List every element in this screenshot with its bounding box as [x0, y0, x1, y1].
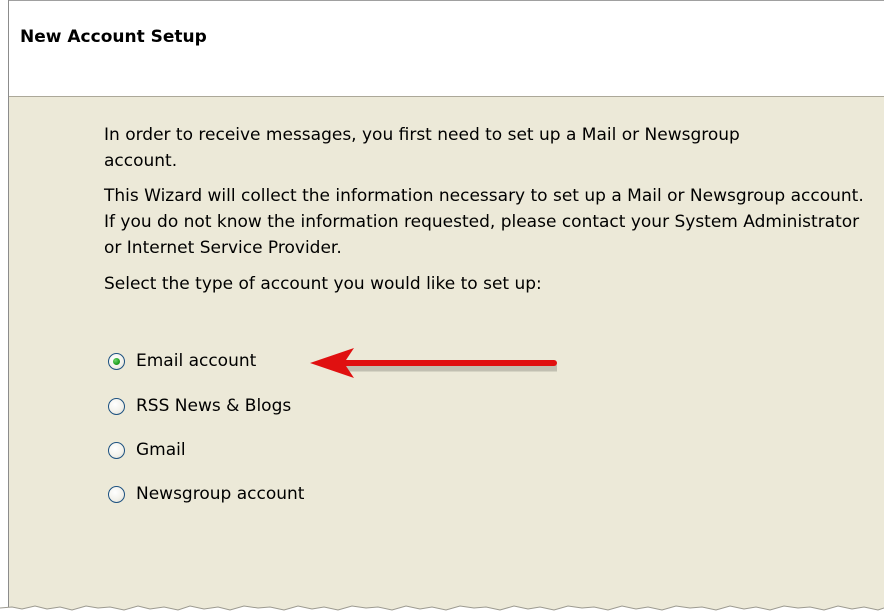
- wizard-title: New Account Setup: [20, 27, 207, 47]
- radio-newsgroup-account[interactable]: Newsgroup account: [108, 481, 304, 507]
- radio-gmail[interactable]: Gmail: [108, 437, 186, 463]
- radio-email-account[interactable]: Email account: [108, 348, 256, 374]
- account-type-prompt: Select the type of account you would lik…: [104, 274, 542, 294]
- wizard-header: New Account Setup: [9, 0, 884, 97]
- radio-button-newsgroup[interactable]: [108, 485, 125, 503]
- intro-text: In order to receive messages, you first …: [104, 125, 740, 171]
- description-text: This Wizard will collect the information…: [104, 186, 864, 258]
- torn-edge-decoration: [0, 605, 884, 616]
- radio-button-email[interactable]: [108, 352, 125, 370]
- radio-button-rss[interactable]: [108, 397, 125, 415]
- radio-label-newsgroup[interactable]: Newsgroup account: [136, 484, 304, 504]
- account-wizard-dialog: New Account Setup In order to receive me…: [8, 0, 884, 616]
- radio-label-gmail[interactable]: Gmail: [136, 440, 186, 460]
- radio-rss-news-blogs[interactable]: RSS News & Blogs: [108, 393, 291, 419]
- radio-label-email[interactable]: Email account: [136, 351, 256, 371]
- annotation-arrow-icon: [310, 348, 557, 378]
- radio-selected-dot: [113, 357, 120, 365]
- radio-button-gmail[interactable]: [108, 441, 125, 459]
- radio-label-rss[interactable]: RSS News & Blogs: [136, 396, 291, 416]
